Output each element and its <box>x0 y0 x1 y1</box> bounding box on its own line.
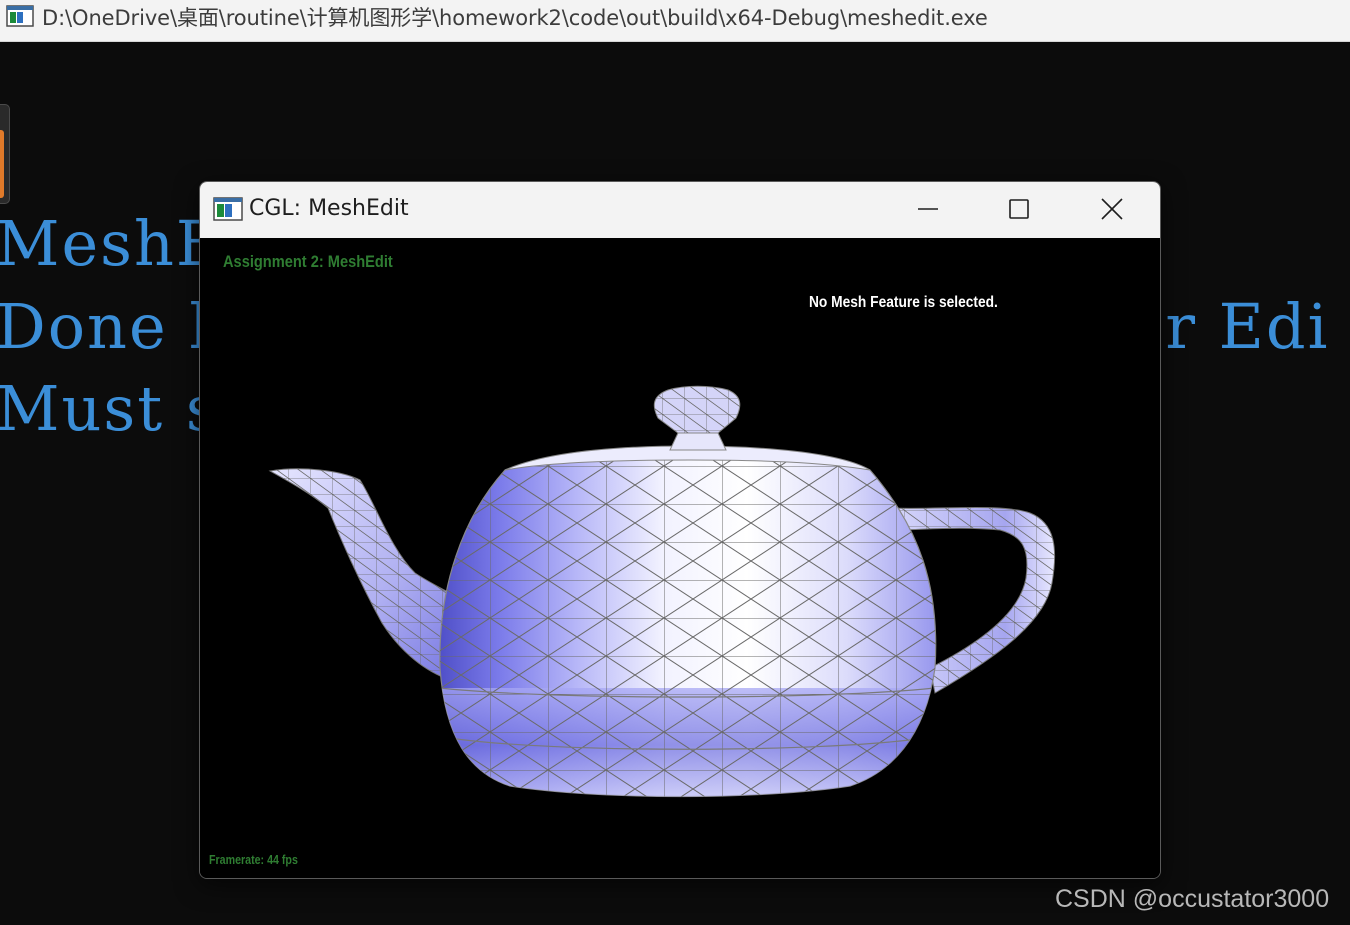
mesh-viewport[interactable]: Assignment 2: MeshEdit No Mesh Feature i… <box>200 238 1160 878</box>
close-button[interactable] <box>1066 182 1158 238</box>
teapot-mesh[interactable] <box>200 238 1160 878</box>
meshedit-titlebar[interactable]: CGL: MeshEdit <box>200 182 1160 238</box>
selection-status: No Mesh Feature is selected. <box>809 294 998 311</box>
console-titlebar: D:\OneDrive\桌面\routine\计算机图形学\homework2\… <box>0 0 1350 42</box>
assignment-label: Assignment 2: MeshEdit <box>223 252 393 271</box>
console-line: Done l <box>0 290 212 363</box>
console-line: Must s <box>0 372 220 445</box>
maximize-button[interactable] <box>974 182 1066 238</box>
maximize-icon <box>1009 199 1029 219</box>
meshedit-window-title: CGL: MeshEdit <box>249 196 409 221</box>
framerate-label: Framerate: 44 fps <box>209 852 298 867</box>
close-icon <box>1101 198 1123 220</box>
teapot-lid <box>504 385 871 471</box>
watermark: CSDN @occustator3000 <box>1055 885 1330 913</box>
console-side-handle-accent <box>0 130 4 198</box>
console-window-icon <box>6 5 34 27</box>
teapot-body <box>439 456 937 798</box>
console-window-title: D:\OneDrive\桌面\routine\计算机图形学\homework2\… <box>42 6 988 30</box>
minimize-button[interactable] <box>882 182 974 238</box>
meshedit-window[interactable]: CGL: MeshEdit Assignment 2: MeshEdit No … <box>199 181 1161 879</box>
teapot-spout <box>268 468 456 679</box>
minimize-icon <box>918 208 938 210</box>
app-window-icon <box>213 197 243 221</box>
